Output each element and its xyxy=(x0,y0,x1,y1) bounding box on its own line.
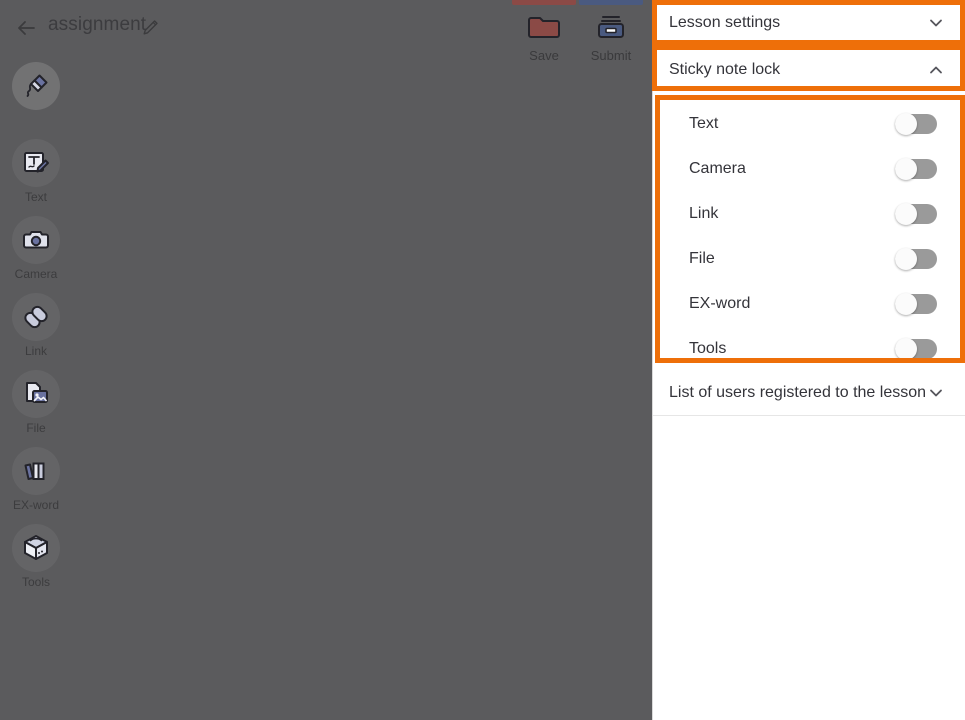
file-image-icon xyxy=(12,370,60,418)
tool-item-text[interactable]: Text xyxy=(0,139,72,204)
toggle-label-tools: Tools xyxy=(689,339,727,357)
users-list-header[interactable]: List of users registered to the lesson xyxy=(653,371,965,415)
tool-label-link: Link xyxy=(24,344,47,358)
save-label: Save xyxy=(529,48,559,63)
toggle-label-link: Link xyxy=(689,204,719,222)
editor-canvas[interactable] xyxy=(0,0,652,720)
pencil-edit-icon[interactable] xyxy=(141,17,161,37)
toggle-knob xyxy=(895,247,917,270)
toggle-row-text: Text xyxy=(653,101,965,146)
chevron-down-icon xyxy=(927,14,945,32)
toggle-row-file: File xyxy=(653,236,965,281)
toggle-switch-exword[interactable] xyxy=(895,292,937,315)
toggle-label-camera: Camera xyxy=(689,159,746,177)
toggle-row-exword: EX-word xyxy=(653,281,965,326)
marker-pen-icon xyxy=(12,62,60,110)
tool-label-exword: EX-word xyxy=(12,498,59,512)
text-note-icon xyxy=(12,139,60,187)
tool-item-file[interactable]: File xyxy=(0,370,72,435)
back-arrow-icon[interactable] xyxy=(14,15,40,41)
tool-label-file: File xyxy=(26,421,46,435)
toggle-knob xyxy=(895,202,917,225)
toggle-knob xyxy=(895,112,917,135)
printer-icon xyxy=(575,11,647,45)
tool-item-pen[interactable] xyxy=(0,62,72,127)
toggle-switch-link[interactable] xyxy=(895,202,937,225)
toggle-knob xyxy=(895,292,917,315)
tool-item-tools[interactable]: Tools xyxy=(0,524,72,589)
toggle-row-camera: Camera xyxy=(653,146,965,191)
chevron-down-icon xyxy=(927,384,945,402)
tool-item-exword[interactable]: EX-word xyxy=(0,447,72,512)
chevron-up-icon xyxy=(927,61,945,79)
toggle-row-link: Link xyxy=(653,191,965,236)
tool-label-camera: Camera xyxy=(14,267,58,281)
tool-label-pen xyxy=(0,113,72,127)
tool-label-text: Text xyxy=(24,190,47,204)
toggle-knob xyxy=(895,337,917,360)
submit-label: Submit xyxy=(590,48,632,63)
submit-button[interactable]: Submit xyxy=(575,0,647,63)
sticky-note-lock-header[interactable]: Sticky note lock xyxy=(653,47,965,93)
tool-item-link[interactable]: Link xyxy=(0,293,72,358)
toggle-switch-camera[interactable] xyxy=(895,157,937,180)
sticky-note-lock-toggles: Text Camera Link File EX-word Tools xyxy=(653,93,965,371)
lesson-settings-header[interactable]: Lesson settings xyxy=(653,0,965,46)
toggle-switch-text[interactable] xyxy=(895,112,937,135)
tool-item-camera[interactable]: Camera xyxy=(0,216,72,281)
settings-panel: Lesson settings Sticky note lock Text Ca… xyxy=(652,0,965,720)
books-icon xyxy=(12,447,60,495)
users-list-title: List of users registered to the lesson xyxy=(669,384,927,401)
tool-rail: Text Camera Link File EX-word Tools xyxy=(0,62,72,601)
toggle-label-exword: EX-word xyxy=(689,294,751,312)
toggle-knob xyxy=(895,157,917,180)
toggle-label-text: Text xyxy=(689,114,719,132)
submit-accent-bar xyxy=(579,0,643,5)
folder-icon xyxy=(508,11,580,45)
link-chain-icon xyxy=(12,293,60,341)
sticky-note-lock-title: Sticky note lock xyxy=(669,61,781,78)
tool-label-tools: Tools xyxy=(21,575,50,589)
save-accent-bar xyxy=(512,0,576,5)
app-root: assignment Save Submit Text Camera Link … xyxy=(0,0,965,720)
editor-topbar: assignment Save Submit xyxy=(0,0,652,66)
camera-icon xyxy=(12,216,60,264)
toggle-label-file: File xyxy=(689,249,715,267)
lesson-settings-title: Lesson settings xyxy=(669,14,781,31)
toggle-row-tools: Tools xyxy=(653,326,965,371)
save-button[interactable]: Save xyxy=(508,0,580,63)
toggle-switch-tools[interactable] xyxy=(895,337,937,360)
page-title: assignment xyxy=(48,14,147,35)
toolbox-icon xyxy=(12,524,60,572)
toggle-switch-file[interactable] xyxy=(895,247,937,270)
divider-2 xyxy=(653,415,965,416)
